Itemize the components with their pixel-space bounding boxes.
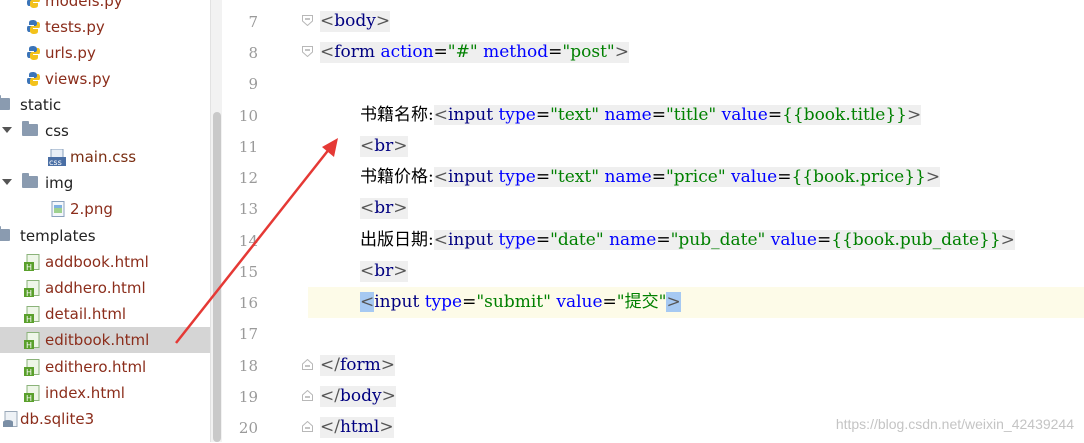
watermark: https://blog.csdn.net/weixin_42439244 bbox=[835, 416, 1074, 432]
annotation-arrow bbox=[175, 138, 338, 344]
